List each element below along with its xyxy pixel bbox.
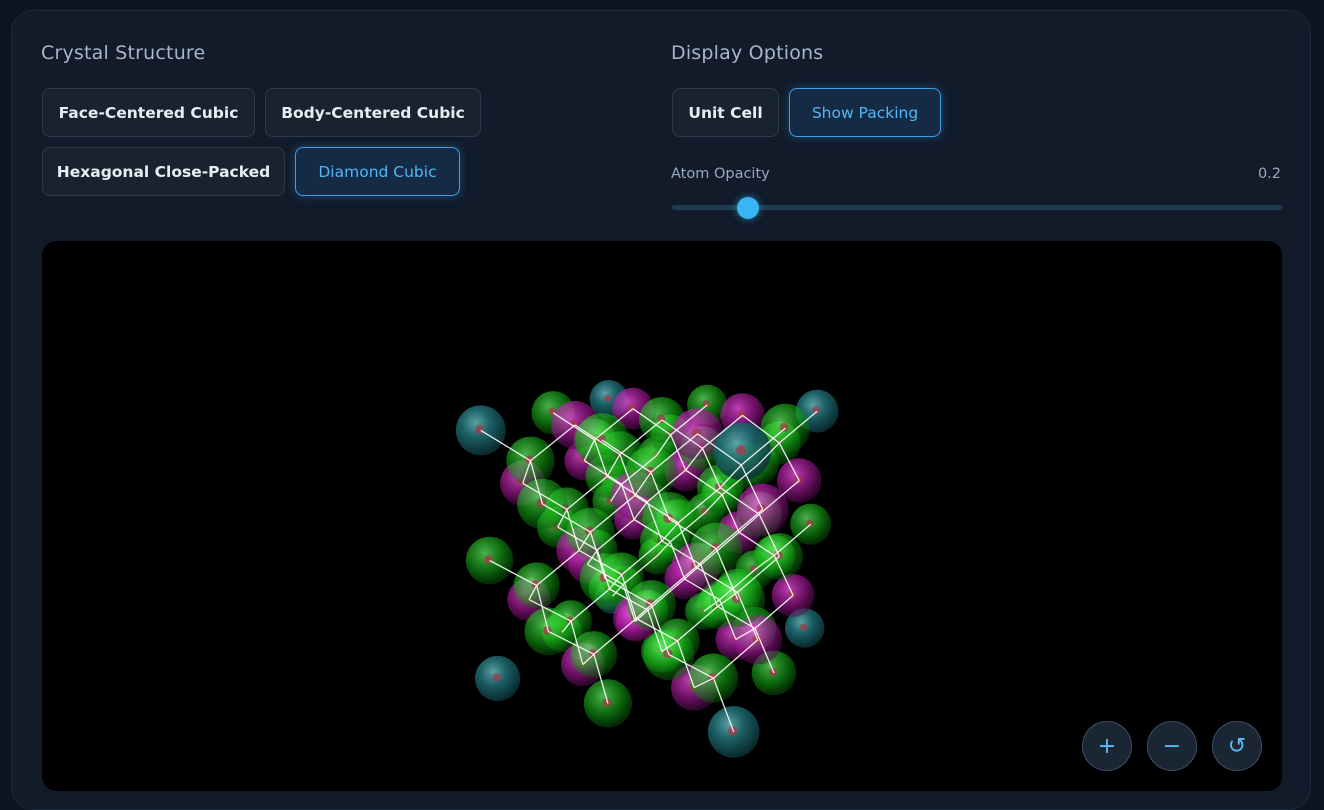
atom-core <box>604 394 612 402</box>
display-options-title: Display Options <box>671 42 824 64</box>
atom-core <box>736 445 747 456</box>
reset-view-button[interactable]: ↺ <box>1212 721 1262 771</box>
show-packing-button[interactable]: Show Packing <box>789 88 941 137</box>
atom-core <box>492 673 501 682</box>
atom-opacity-slider[interactable] <box>672 205 1282 210</box>
atom-core <box>812 406 821 415</box>
crystal-3d-viewport[interactable] <box>42 241 1282 791</box>
atom-core <box>800 623 808 631</box>
atom-core <box>475 424 485 434</box>
zoom-out-button[interactable]: − <box>1147 721 1197 771</box>
bcc-button[interactable]: Body-Centered Cubic <box>265 88 481 137</box>
diamond-cubic-button[interactable]: Diamond Cubic <box>295 147 460 196</box>
crystal-lattice-render <box>455 380 839 758</box>
atom-core <box>484 555 493 564</box>
fcc-button[interactable]: Face-Centered Cubic <box>42 88 255 137</box>
unit-cell-button[interactable]: Unit Cell <box>672 88 779 137</box>
crystal-structure-title: Crystal Structure <box>41 42 206 64</box>
zoom-in-button[interactable]: + <box>1082 721 1132 771</box>
atom-opacity-label: Atom Opacity <box>671 166 770 182</box>
hcp-button[interactable]: Hexagonal Close-Packed <box>42 147 285 196</box>
atom-core <box>779 422 789 432</box>
atom-opacity-value: 0.2 <box>1257 166 1281 182</box>
